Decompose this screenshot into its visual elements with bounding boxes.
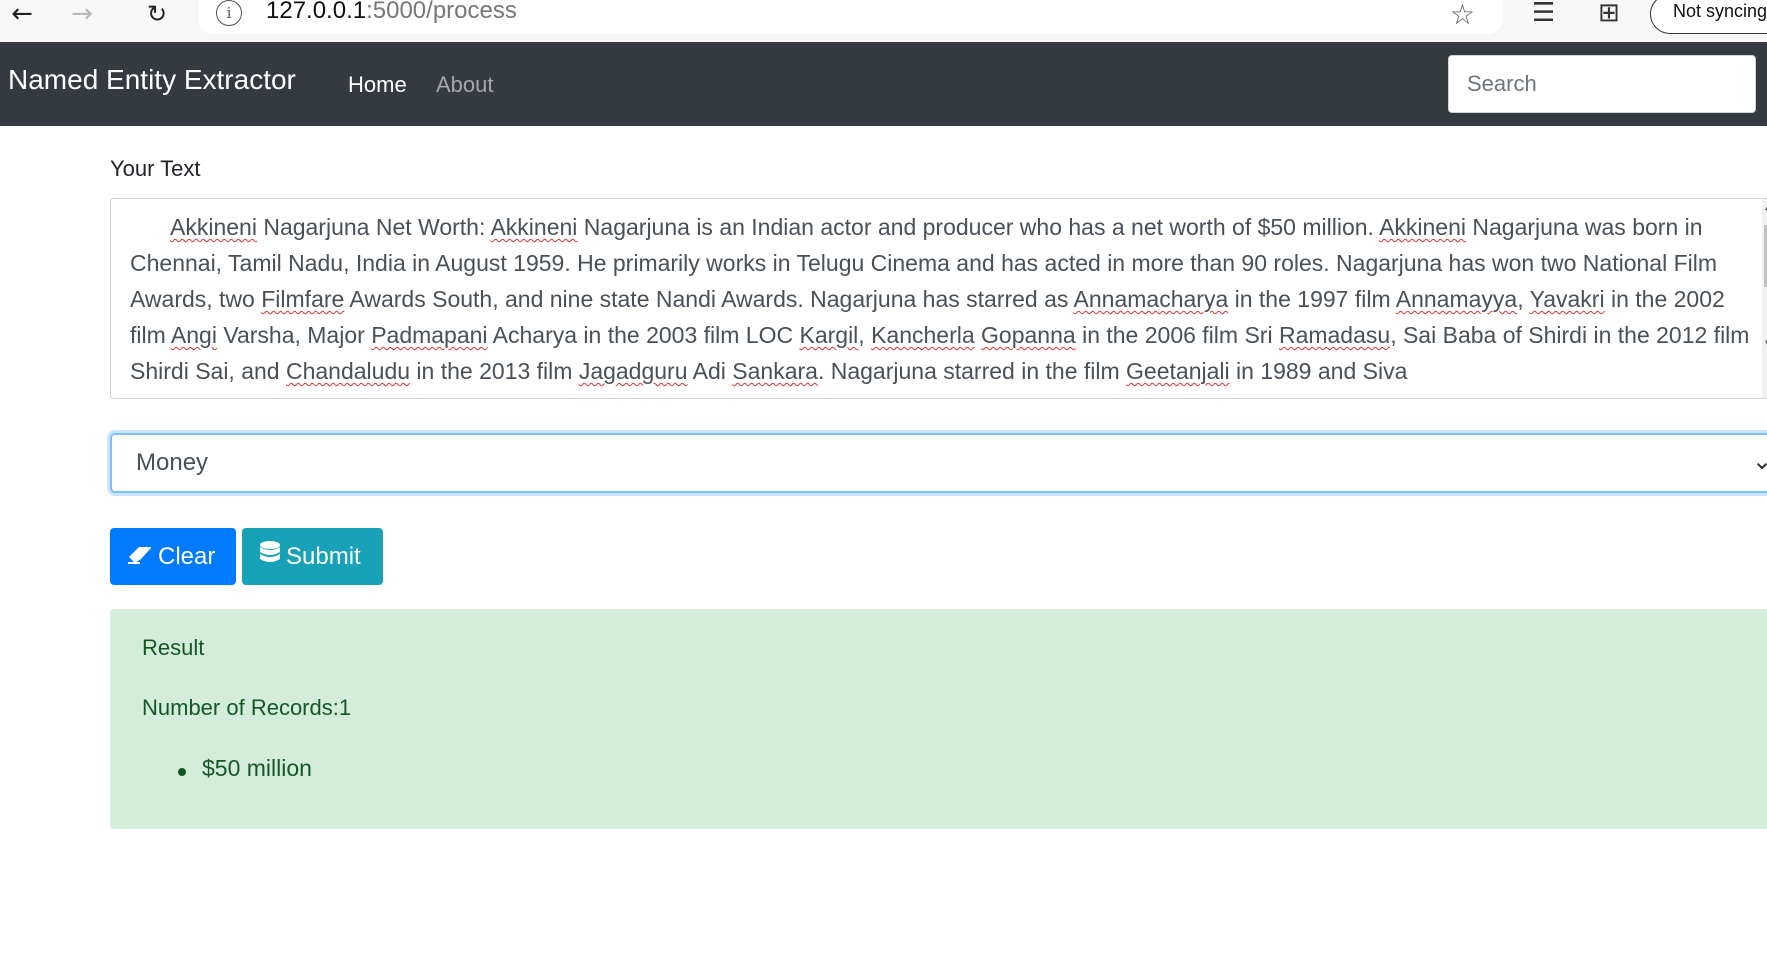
navbar-brand[interactable]: Named Entity Extractor [8, 64, 296, 96]
nav-link-about[interactable]: About [436, 72, 494, 98]
url-text[interactable]: 127.0.0.1:5000/process [266, 0, 517, 25]
text-input-value: Akkineni Nagarjuna Net Worth: Akkineni N… [130, 214, 1750, 384]
sync-button[interactable]: Not syncing [1650, 0, 1767, 34]
eraser-icon [128, 543, 152, 571]
text-label: Your Text [110, 156, 201, 181]
list-item: $50 million [202, 755, 312, 781]
result-count: Number of Records:1 [142, 695, 352, 720]
reload-icon[interactable]: ↻ [137, 0, 177, 28]
clear-button[interactable]: Clear [110, 528, 236, 585]
favorites-list-icon[interactable]: ☰ [1532, 0, 1555, 28]
entity-type-select[interactable]: Money ⌄ [110, 433, 1767, 493]
back-icon[interactable]: ← [2, 0, 42, 29]
nav-link-home[interactable]: Home [348, 72, 407, 98]
browser-toolbar: ← → ↻ i 127.0.0.1:5000/process ☆ ☰ ⊞ Not… [0, 0, 1767, 42]
sync-label: Not syncing [1673, 1, 1767, 21]
text-scrollbar[interactable]: ▲ ▼ [1762, 199, 1767, 398]
list-bullet [178, 768, 186, 776]
result-panel: Result Number of Records:1 $50 million [110, 609, 1767, 829]
forward-icon[interactable]: → [62, 0, 102, 29]
entity-type-value: Money [136, 449, 209, 476]
search-input[interactable] [1448, 55, 1756, 113]
navbar: Named Entity Extractor Home About [0, 42, 1767, 126]
collections-icon[interactable]: ⊞ [1598, 0, 1620, 28]
info-icon[interactable]: i [216, 0, 242, 26]
submit-button-label: Submit [286, 542, 361, 570]
star-icon[interactable]: ☆ [1450, 0, 1475, 31]
chevron-down-icon: ⌄ [1752, 447, 1767, 475]
clear-button-label: Clear [158, 542, 216, 570]
address-bar[interactable]: i 127.0.0.1:5000/process ☆ [198, 0, 1503, 34]
result-title: Result [142, 635, 205, 660]
text-input[interactable]: Akkineni Nagarjuna Net Worth: Akkineni N… [110, 198, 1767, 399]
submit-button[interactable]: Submit [242, 528, 383, 585]
database-icon [260, 541, 280, 572]
